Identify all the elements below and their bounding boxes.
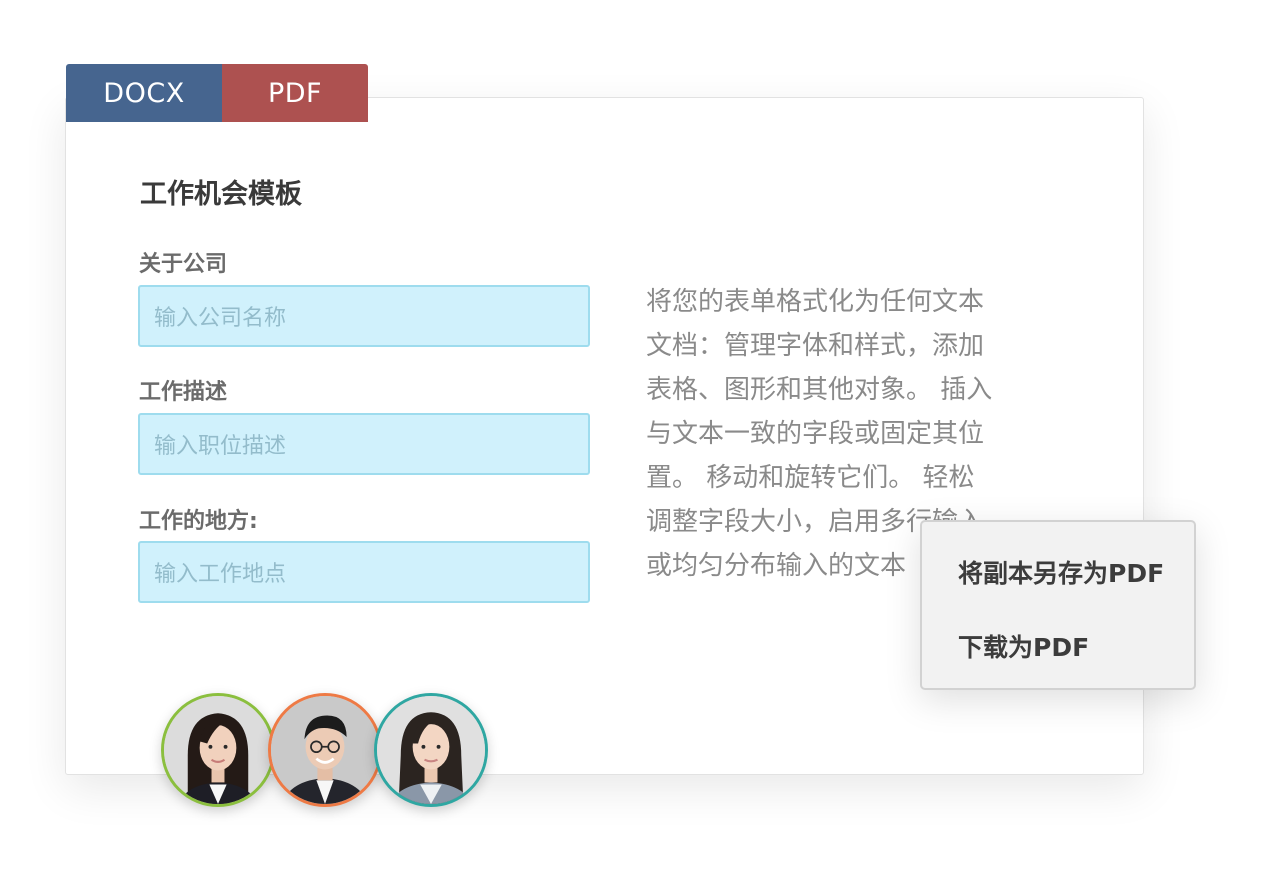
description-line: 与文本一致的字段或固定其位 [646, 419, 985, 449]
work-location-input[interactable]: 输入工作地点 [138, 541, 590, 603]
description-line: 文档：管理字体和样式，添加 [646, 331, 985, 361]
woman-portrait-icon [164, 696, 272, 804]
woman-portrait-icon [377, 696, 485, 804]
avatar-woman-1[interactable] [161, 693, 275, 807]
man-portrait-icon [271, 696, 379, 804]
description-line: 置。 移动和旋转它们。 轻松 [646, 463, 975, 493]
job-description-input[interactable]: 输入职位描述 [138, 413, 590, 475]
avatar-woman-2[interactable] [374, 693, 488, 807]
format-tabs: DOCX PDF [66, 64, 368, 122]
tab-pdf[interactable]: PDF [222, 64, 368, 122]
tab-docx[interactable]: DOCX [66, 64, 222, 122]
description-line: 表格、图形和其他对象。 插入 [646, 375, 993, 405]
description-line: 将您的表单格式化为任何文本 [646, 287, 985, 317]
avatar-man[interactable] [268, 693, 382, 807]
company-label: 关于公司 [139, 252, 228, 277]
work-location-label: 工作的地方: [139, 509, 258, 534]
download-as-pdf-item[interactable]: 下载为PDF [958, 628, 1089, 664]
job-description-label: 工作描述 [139, 380, 228, 405]
company-name-input[interactable]: 输入公司名称 [138, 285, 590, 347]
context-menu: 将副本另存为PDF 下载为PDF [920, 520, 1196, 690]
save-copy-as-pdf-item[interactable]: 将副本另存为PDF [958, 554, 1164, 590]
page-title: 工作机会模板 [140, 179, 302, 210]
page: DOCX PDF 工作机会模板 关于公司 输入公司名称 工作描述 输入职位描述 … [0, 0, 1280, 880]
